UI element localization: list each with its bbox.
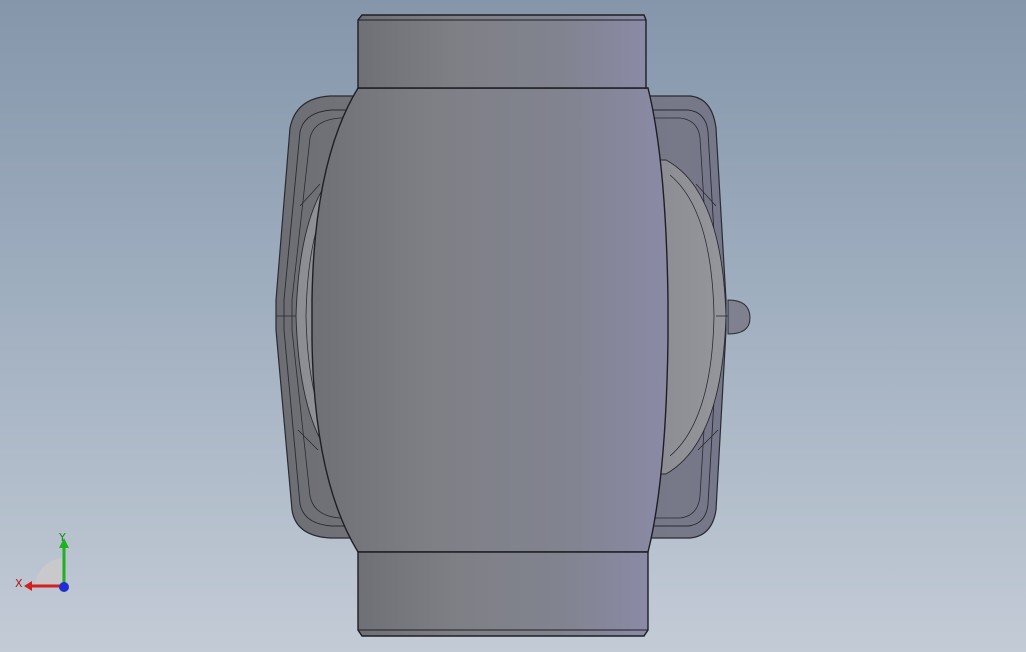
axis-triad: Y X <box>15 531 69 592</box>
barrel-body <box>311 87 669 553</box>
z-axis-dot <box>59 582 69 592</box>
x-axis-label: X <box>15 577 23 590</box>
x-axis-arrow <box>24 581 32 591</box>
top-cylinder <box>357 14 647 89</box>
bottom-cylinder <box>357 551 649 637</box>
triad-plane <box>34 558 64 586</box>
side-knob <box>727 299 751 335</box>
cad-model-view[interactable] <box>0 0 1026 652</box>
graphics-viewport[interactable]: Y X <box>0 0 1026 652</box>
y-axis-label: Y <box>58 531 66 544</box>
